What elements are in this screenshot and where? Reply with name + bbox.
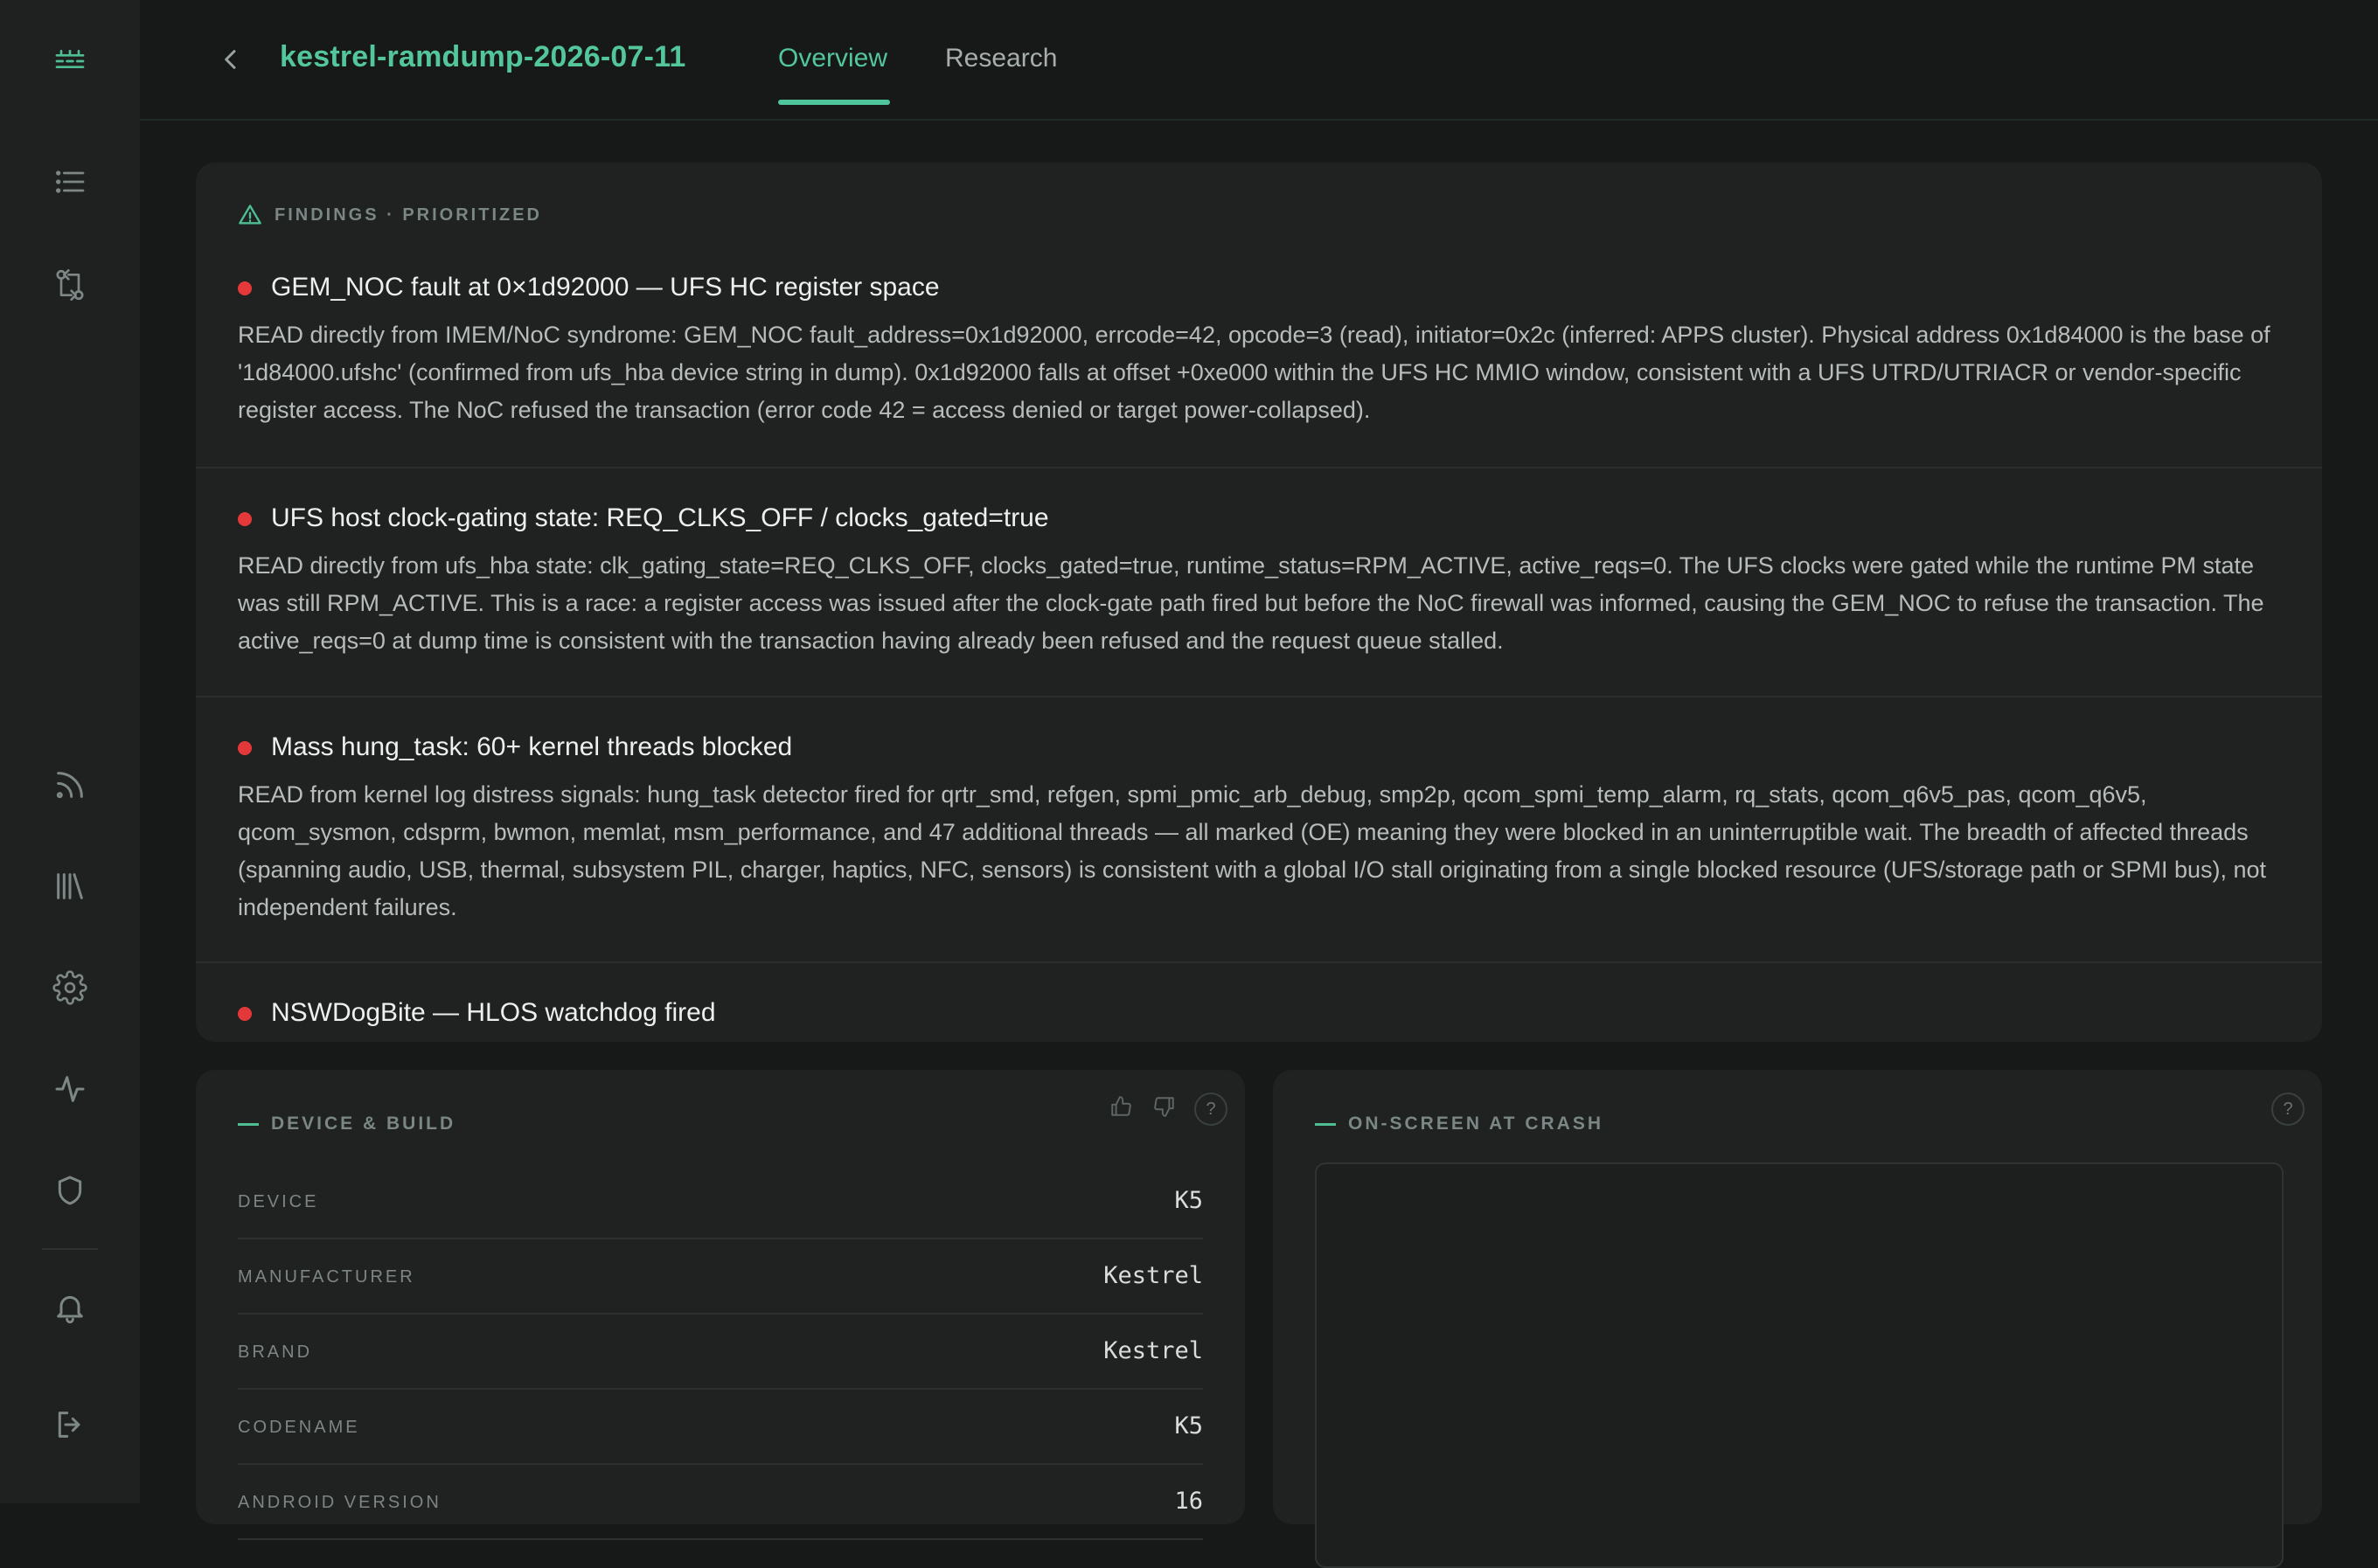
finding-title: GEM_NOC fault at 0×1d92000 — UFS HC regi… [271,273,940,302]
settings-icon[interactable] [44,961,96,1014]
logo-icon[interactable] [44,35,96,87]
top-bar: kestrel-ramdump-2026-07-11 Overview Rese… [140,0,2378,121]
device-build-card: DEVICE & BUILD ? DEVICE K5 MANUFACTURER … [196,1070,1245,1540]
kv-key: CODENAME [238,1418,360,1437]
kv-key: MANUFACTURER [238,1267,415,1287]
kv-value: 16 [1174,1488,1203,1515]
finding-item[interactable]: UFS host clock-gating state: REQ_CLKS_OF… [196,467,2322,697]
finding-title: UFS host clock-gating state: REQ_CLKS_OF… [271,503,1049,532]
back-chevron-icon[interactable] [208,37,254,82]
kv-key: DEVICE [238,1192,319,1211]
thumbs-up-icon[interactable] [1107,1093,1135,1120]
kv-row-codename: CODENAME K5 [238,1388,1203,1465]
kv-value: Kestrel [1103,1262,1203,1289]
kv-row-brand: BRAND Kestrel [238,1313,1203,1390]
on-screen-header: ON-SCREEN AT CRASH [1315,1114,1603,1134]
sidebar-divider [42,1248,98,1250]
screenshot-frame [1315,1162,2284,1568]
card-actions: ? [1107,1093,1227,1126]
active-tab-indicator [778,100,890,105]
shield-icon[interactable] [44,1164,96,1217]
kv-value: K5 [1174,1412,1203,1440]
header-dash [238,1122,259,1126]
device-build-header: DEVICE & BUILD [238,1114,455,1134]
severity-dot [238,281,252,295]
finding-title: Mass hung_task: 60+ kernel threads block… [271,732,793,761]
kv-row-manufacturer: MANUFACTURER Kestrel [238,1238,1203,1315]
thumbs-down-icon[interactable] [1151,1093,1179,1120]
on-screen-title: ON-SCREEN AT CRASH [1348,1114,1604,1134]
finding-body: READ directly from ufs_hba state: clk_ga… [238,552,2264,654]
kv-value: K5 [1174,1187,1203,1214]
kv-row-android-version: ANDROID VERSION 16 [238,1463,1203,1540]
tab-overview[interactable]: Overview [778,44,887,73]
help-icon[interactable]: ? [1194,1093,1227,1126]
finding-item[interactable]: GEM_NOC fault at 0×1d92000 — UFS HC regi… [196,163,2322,467]
logout-icon[interactable] [44,1398,96,1451]
list-icon[interactable] [44,156,96,208]
card-actions: ? [2271,1093,2305,1126]
sidebar [0,0,140,1503]
severity-dot [238,741,252,755]
finding-body: READ directly from IMEM/NoC syndrome: GE… [238,322,2270,423]
finding-item[interactable]: NSWDogBite — HLOS watchdog fired [196,961,2322,1042]
kv-row-device: DEVICE K5 [238,1162,1203,1239]
finding-title: NSWDogBite — HLOS watchdog fired [271,998,716,1027]
tab-research[interactable]: Research [945,44,1057,73]
dump-title: kestrel-ramdump-2026-07-11 [280,40,686,73]
findings-card: FINDINGS · PRIORITIZED GEM_NOC fault at … [196,163,2322,1042]
device-build-title: DEVICE & BUILD [271,1114,456,1134]
on-screen-card: ON-SCREEN AT CRASH ? [1273,1070,2322,1568]
finding-body: READ from kernel log distress signals: h… [238,781,2267,920]
library-icon[interactable] [44,860,96,912]
activity-icon[interactable] [44,1063,96,1115]
kv-value: Kestrel [1103,1337,1203,1364]
compare-icon[interactable] [44,259,96,311]
severity-dot [238,512,252,526]
feed-icon[interactable] [44,759,96,811]
bell-icon[interactable] [44,1281,96,1334]
header-dash [1315,1122,1336,1126]
help-icon[interactable]: ? [2271,1093,2305,1126]
kv-key: BRAND [238,1343,313,1362]
finding-item[interactable]: Mass hung_task: 60+ kernel threads block… [196,696,2322,963]
severity-dot [238,1007,252,1021]
